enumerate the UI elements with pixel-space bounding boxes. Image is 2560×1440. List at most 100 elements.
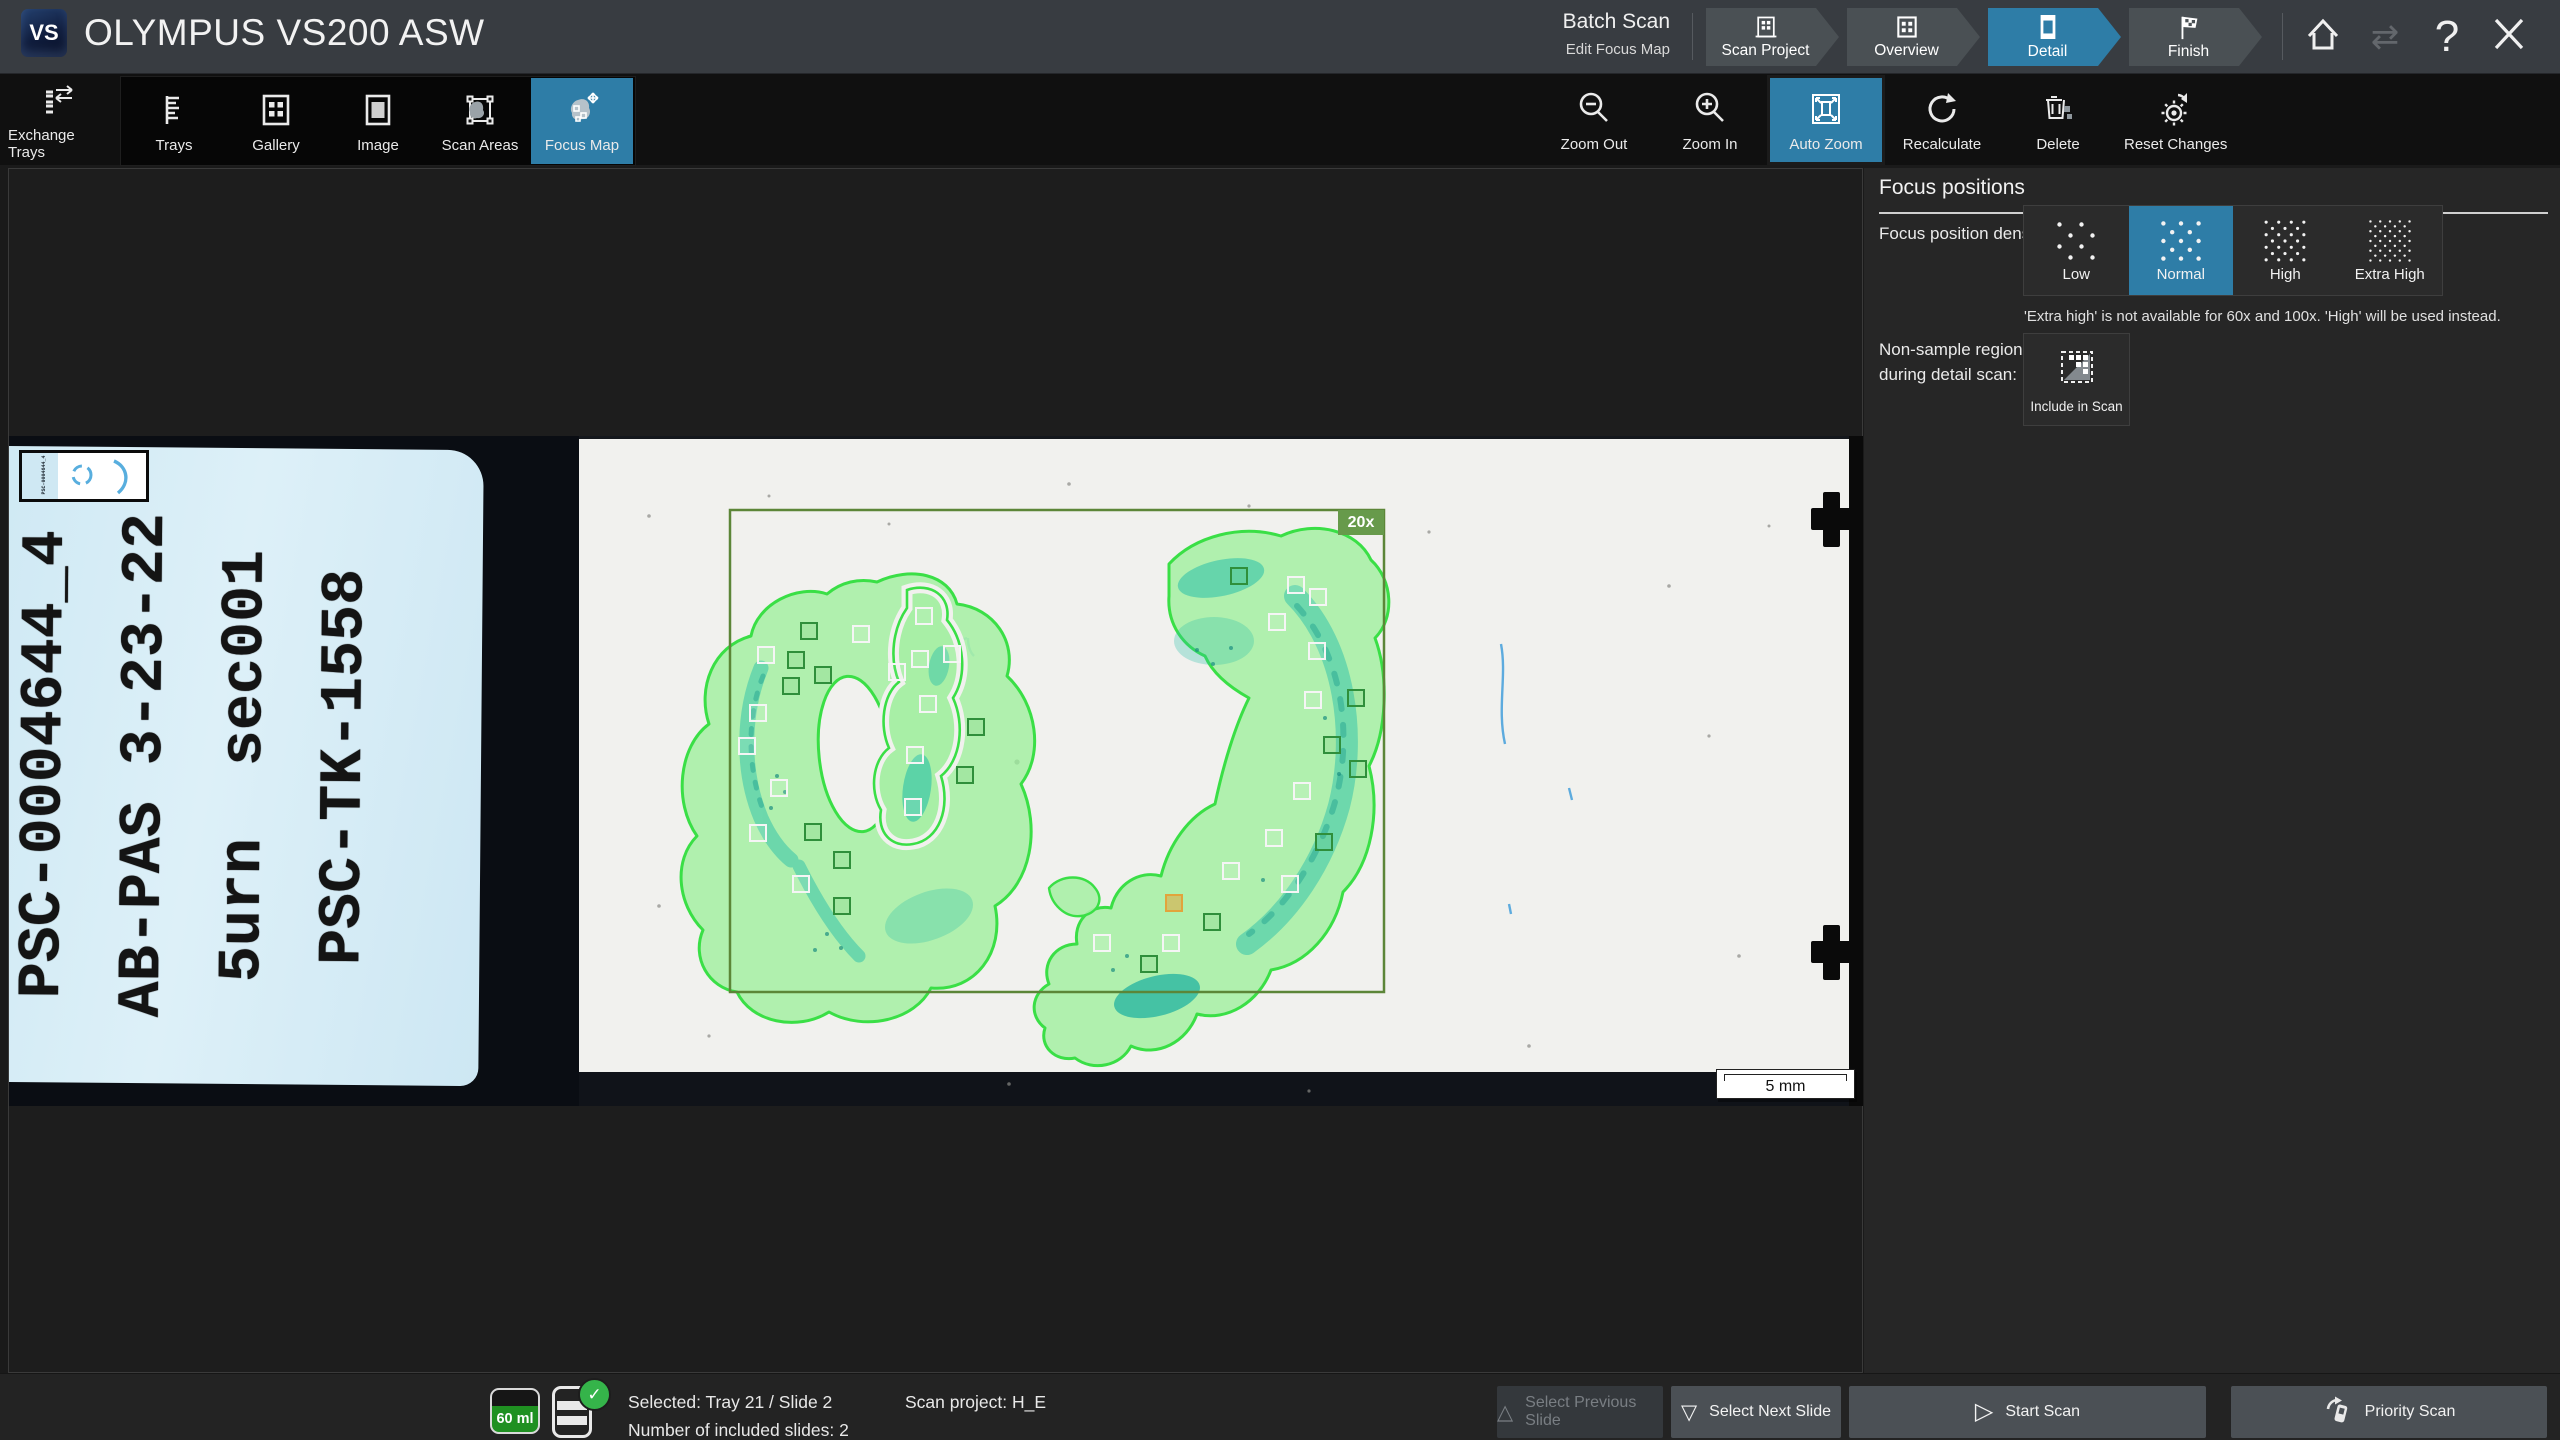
toolbar-label: Zoom In (1682, 136, 1737, 153)
density-normal-icon (2159, 219, 2203, 263)
scale-bar-label: 5 mm (1717, 1078, 1854, 1096)
toolbar-label: Trays (156, 137, 193, 154)
immersion-volume-badge: 60 ml (490, 1388, 540, 1434)
mode-title: Batch Scan (1470, 10, 1670, 34)
density-option-label: Low (2062, 266, 2090, 283)
toolbar-label: Recalculate (1903, 136, 1981, 153)
toolbar-label: Reset Changes (2124, 136, 2227, 153)
button-label: Select Next Slide (1709, 1403, 1831, 1421)
delete-icon (2038, 88, 2078, 130)
button-label: Priority Scan (2365, 1403, 2456, 1421)
toolbar-label: Scan Areas (442, 137, 519, 154)
slide-minimap: PSC-0004644_4 AB-PAS 3-23-22 5urn sec001… (19, 450, 149, 502)
priority-scan-button[interactable]: Priority Scan (2231, 1386, 2547, 1438)
reset-changes-button[interactable]: Reset Changes (2118, 78, 2233, 162)
divider (2282, 13, 2283, 60)
density-option-label: Extra High (2355, 266, 2425, 283)
exchange-trays-button[interactable]: Exchange Trays (8, 78, 112, 162)
step-overview[interactable]: Overview (1847, 8, 1980, 66)
step-label: Scan Project (1722, 42, 1824, 60)
window-buttons: ⇄ ? (2292, 0, 2540, 73)
finish-flag-icon (2175, 13, 2217, 41)
focus-map-button[interactable]: Focus Map (531, 78, 633, 164)
scan-project-icon (1752, 14, 1794, 40)
density-note: 'Extra high' is not available for 60x an… (2024, 308, 2544, 325)
focus-map-icon (562, 89, 602, 131)
toolbar-label: Auto Zoom (1789, 136, 1862, 153)
select-previous-slide-button[interactable]: △ Select Previous Slide (1497, 1386, 1663, 1438)
select-next-slide-button[interactable]: ▽ Select Next Slide (1671, 1386, 1841, 1438)
close-button[interactable] (2478, 0, 2540, 73)
help-icon: ? (2435, 12, 2459, 62)
slide-image: PSC-0004644_4 AB-PAS 3-23-22 5urn sec001… (9, 436, 1863, 1106)
zoom-in-icon (1690, 88, 1730, 130)
slide-viewer-canvas[interactable]: PSC-0004644_4 AB-PAS 3-23-22 5urn sec001… (8, 168, 1863, 1373)
toolbar-label: Exchange Trays (8, 127, 112, 161)
trays-icon (155, 89, 193, 131)
delete-button[interactable]: Delete (2002, 78, 2114, 162)
home-icon (2303, 14, 2343, 59)
density-option-high[interactable]: High (2233, 206, 2338, 295)
button-label: Start Scan (2005, 1403, 2080, 1421)
transfer-button[interactable]: ⇄ (2354, 0, 2416, 73)
recalculate-button[interactable]: Recalculate (1886, 78, 1998, 162)
step-label: Detail (2028, 43, 2082, 61)
titlebar: VS OLYMPUS VS200 ASW Batch Scan Edit Foc… (0, 0, 2560, 74)
image-icon (359, 89, 397, 131)
step-scan-project[interactable]: Scan Project (1706, 8, 1839, 66)
gallery-icon (257, 89, 295, 131)
slide-label-line: AB-PAS 3-23-22 (92, 447, 198, 1084)
gallery-button[interactable]: Gallery (225, 78, 327, 164)
priority-scan-icon (2323, 1395, 2353, 1430)
auto-zoom-icon (1806, 88, 1846, 130)
statusbar: 60 ml ✓ Selected: Tray 21 / Slide 2 Scan… (0, 1373, 2560, 1440)
home-button[interactable] (2292, 0, 2354, 73)
density-option-label: High (2270, 266, 2301, 283)
help-button[interactable]: ? (2416, 0, 2478, 73)
button-label: Select Previous Slide (1525, 1394, 1663, 1430)
scale-bar: 5 mm (1716, 1069, 1855, 1099)
transfer-arrows-icon: ⇄ (2371, 17, 2400, 57)
auto-zoom-button[interactable]: Auto Zoom (1770, 78, 1882, 162)
slide-label-line: 5urn sec001 (192, 448, 298, 1085)
density-high-icon (2263, 219, 2307, 263)
slide-label-sticker: PSC-0004644_4 AB-PAS 3-23-22 5urn sec001… (9, 446, 484, 1086)
vs-logo-icon: VS (21, 9, 67, 57)
include-in-scan-icon (2056, 346, 2098, 393)
density-option-normal[interactable]: Normal (2129, 206, 2234, 295)
slide-bottom-edge (579, 1072, 1863, 1106)
toolbar: Exchange Trays Trays Gallery (0, 74, 2560, 165)
toolbar-label: Zoom Out (1561, 136, 1628, 153)
specimen-area (579, 436, 1863, 1072)
magnification-tag: 20x (1338, 510, 1384, 535)
app-window: VS OLYMPUS VS200 ASW Batch Scan Edit Foc… (0, 0, 2560, 1440)
zoom-in-button[interactable]: Zoom In (1654, 78, 1766, 162)
nonsample-label: during detail scan: (1879, 365, 2017, 385)
statusbar-buttons: △ Select Previous Slide ▽ Select Next Sl… (1497, 1386, 2547, 1438)
density-low-icon (2054, 219, 2098, 263)
image-button[interactable]: Image (327, 78, 429, 164)
workflow-steps: Scan Project Overview Detail (1706, 8, 2270, 66)
included-slides-text: Number of included slides: 2 (628, 1420, 849, 1440)
include-in-scan-button[interactable]: Include in Scan (2023, 333, 2130, 426)
density-option-group: Low Normal High Extra High (2023, 205, 2443, 296)
density-option-extra-high[interactable]: Extra High (2338, 206, 2443, 295)
start-scan-button[interactable]: ▷ Start Scan (1849, 1386, 2206, 1438)
trays-button[interactable]: Trays (123, 78, 225, 164)
panel-title: Focus positions (1879, 176, 2025, 200)
mode-block: Batch Scan Edit Focus Map (1470, 10, 1670, 58)
toolbar-label: Focus Map (545, 137, 619, 154)
app-title: OLYMPUS VS200 ASW (84, 12, 485, 54)
exchange-trays-icon (40, 79, 80, 121)
toolbar-label: Gallery (252, 137, 300, 154)
density-option-low[interactable]: Low (2024, 206, 2129, 295)
detail-icon (2036, 13, 2074, 41)
overview-icon (1894, 14, 1934, 40)
zoom-out-button[interactable]: Zoom Out (1538, 78, 1650, 162)
scan-areas-button[interactable]: Scan Areas (429, 78, 531, 164)
divider (1692, 13, 1693, 60)
close-icon (2491, 14, 2527, 59)
step-detail[interactable]: Detail (1988, 8, 2121, 66)
nonsample-label: Non-sample regions (1879, 340, 2031, 360)
step-finish[interactable]: Finish (2129, 8, 2262, 66)
